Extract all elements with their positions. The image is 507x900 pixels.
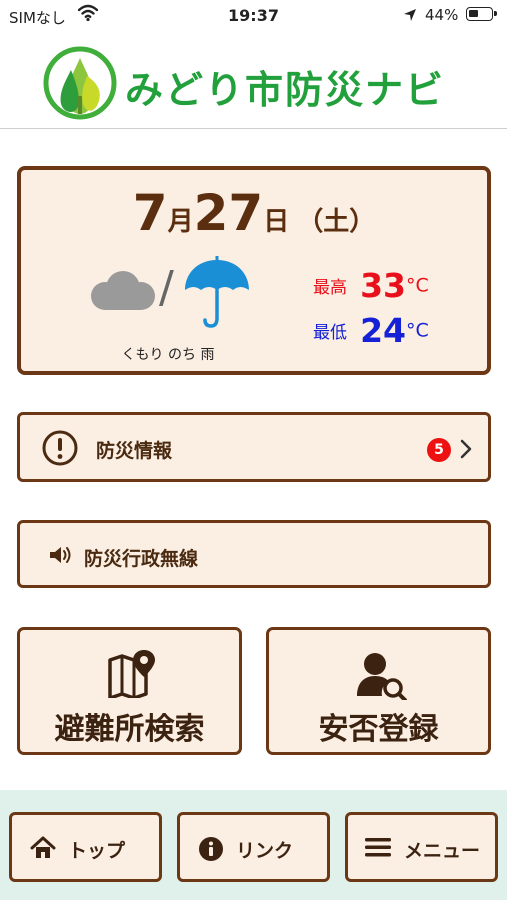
app-logo-icon	[43, 46, 117, 120]
disaster-radio-button[interactable]: 防災行政無線	[17, 520, 491, 588]
map-pin-icon	[106, 650, 156, 702]
high-temp-unit: °C	[406, 274, 429, 297]
disaster-radio-label: 防災行政無線	[84, 548, 199, 570]
cloud-icon	[85, 270, 159, 320]
app-title: みどり市防災ナビ	[125, 68, 446, 112]
nav-link-label: リンク	[236, 840, 294, 862]
status-bar: SIMなし 19:37 44%	[0, 0, 507, 32]
battery-percent: 44%	[425, 6, 459, 24]
weather-description: くもり のち 雨	[121, 347, 215, 363]
speaker-icon	[48, 544, 74, 570]
safety-register-label: 安否登録	[318, 712, 439, 747]
date-month: 7	[132, 184, 168, 242]
shelter-search-label: 避難所検索	[54, 712, 205, 747]
umbrella-icon	[181, 256, 253, 336]
low-temp-value: 24	[360, 311, 407, 350]
low-temp-label: 最低	[313, 323, 347, 343]
user-search-icon	[355, 650, 407, 704]
battery-icon	[466, 7, 497, 21]
low-temp: 最低 24°C	[313, 311, 429, 350]
low-temp-unit: °C	[406, 319, 429, 342]
date-day-unit: 日	[263, 207, 290, 237]
weather-card: 7月27日 （土） / くもり のち 雨 最高 33°C 最低 24°C	[17, 166, 491, 375]
battery-fill	[469, 10, 478, 17]
chevron-right-icon	[460, 439, 472, 463]
location-arrow-icon	[403, 8, 417, 26]
date-weekday: （土）	[297, 207, 376, 237]
nav-menu-button[interactable]: メニュー	[345, 812, 498, 882]
high-temp-value: 33	[360, 266, 407, 305]
nav-link-button[interactable]: リンク	[177, 812, 330, 882]
high-temp-label: 最高	[313, 278, 347, 298]
high-temp: 最高 33°C	[313, 266, 429, 305]
hamburger-menu-icon	[364, 836, 392, 862]
disaster-info-label: 防災情報	[96, 440, 173, 462]
app-header: みどり市防災ナビ	[0, 32, 507, 129]
exclamation-circle-icon	[42, 430, 78, 470]
nav-top-label: トップ	[68, 840, 126, 862]
nav-menu-label: メニュー	[404, 840, 481, 862]
date-display: 7月27日 （土）	[21, 184, 487, 242]
weather-separator: /	[159, 262, 174, 313]
home-icon	[30, 836, 56, 864]
shelter-search-tile[interactable]: 避難所検索	[17, 627, 242, 755]
date-month-unit: 月	[167, 207, 194, 237]
disaster-info-button[interactable]: 防災情報 5	[17, 412, 491, 482]
safety-register-tile[interactable]: 安否登録	[266, 627, 491, 755]
info-circle-icon	[198, 836, 224, 866]
date-day: 27	[193, 184, 264, 242]
nav-top-button[interactable]: トップ	[9, 812, 162, 882]
notification-badge: 5	[427, 438, 451, 462]
